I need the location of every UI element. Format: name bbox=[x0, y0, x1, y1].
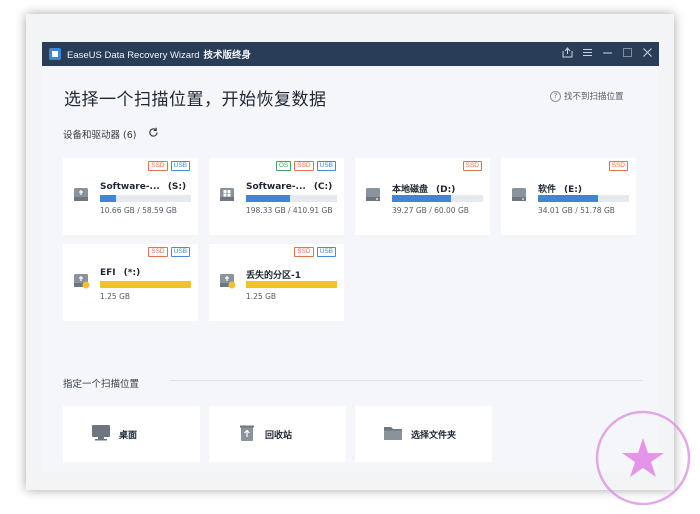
drive-usage-bar bbox=[246, 195, 337, 202]
drive-tag-os: OS bbox=[275, 161, 292, 171]
title-bar: EaseUS Data Recovery Wizard 技术版终身 bbox=[42, 42, 659, 66]
drive-name: EFI (*:) bbox=[100, 268, 140, 278]
drive-tag-usb: USB bbox=[316, 247, 336, 257]
drive-icon bbox=[366, 188, 380, 201]
drive-size: 198.33 GB / 410.91 GB bbox=[246, 206, 333, 215]
drive-card[interactable]: SSD 软件 (E:) 34.01 GB / 51.78 GB bbox=[501, 158, 636, 235]
drive-usage-bar bbox=[392, 195, 483, 202]
devices-section-title: 设备和驱动器 (6) bbox=[63, 130, 137, 141]
refresh-icon[interactable] bbox=[148, 127, 159, 138]
drive-usage-bar bbox=[246, 281, 337, 288]
drive-tags: SSD bbox=[462, 161, 482, 171]
drive-name: 本地磁盘 (D:) bbox=[392, 182, 455, 195]
drive-card[interactable]: SSD USB 丢失的分区-1 1.25 GB bbox=[209, 244, 344, 321]
drive-tags: SSD USB bbox=[148, 247, 190, 257]
drive-card[interactable]: OS SSD USB Software-... (C:) 198.33 GB / 410.… bbox=[209, 158, 344, 235]
drive-letter: (C:) bbox=[313, 182, 333, 192]
drive-size: 10.66 GB / 58.59 GB bbox=[100, 206, 177, 215]
drive-tag-ssd: SSD bbox=[294, 247, 314, 257]
location-desktop[interactable]: 桌面 bbox=[63, 406, 200, 462]
location-desktop-label: 桌面 bbox=[119, 431, 138, 441]
window-title: EaseUS Data Recovery Wizard 技术版终身 bbox=[67, 47, 251, 61]
app-edition: 技术版终身 bbox=[203, 50, 252, 61]
drive-letter: (E:) bbox=[564, 185, 582, 195]
app-logo-icon bbox=[49, 48, 61, 60]
drive-tags: SSD USB bbox=[294, 247, 336, 257]
drive-usage-fill bbox=[246, 281, 337, 288]
location-recycle-bin[interactable]: 回收站 bbox=[209, 406, 346, 462]
drive-tag-usb: USB bbox=[170, 161, 190, 171]
drive-usage-fill bbox=[100, 281, 191, 288]
drive-label: Software-... bbox=[100, 182, 160, 192]
drive-tag-ssd: SSD bbox=[294, 161, 314, 171]
drive-name: 软件 (E:) bbox=[538, 182, 582, 195]
locations-section-title: 指定一个扫描位置 bbox=[63, 379, 140, 390]
drive-tag-usb: USB bbox=[316, 161, 336, 171]
drive-label: EFI bbox=[100, 268, 116, 278]
desktop-icon bbox=[92, 425, 110, 441]
location-recycle-bin-label: 回收站 bbox=[265, 431, 293, 441]
drive-tag-usb: USB bbox=[170, 247, 190, 257]
drive-usage-bar bbox=[538, 195, 629, 202]
drive-icon bbox=[512, 188, 526, 201]
section-divider bbox=[170, 380, 642, 381]
menu-icon[interactable] bbox=[580, 47, 594, 61]
export-icon[interactable] bbox=[560, 47, 574, 61]
drive-icon bbox=[220, 188, 234, 201]
drive-label: Software-... bbox=[246, 182, 306, 192]
recycle-bin-icon bbox=[240, 425, 254, 441]
drive-usage-fill bbox=[100, 195, 117, 202]
app-window: EaseUS Data Recovery Wizard 技术版终身 选择一个扫描位… bbox=[42, 42, 659, 473]
drive-icon bbox=[74, 274, 90, 289]
drive-tag-ssd: SSD bbox=[148, 161, 168, 171]
drive-tags: SSD USB bbox=[148, 161, 190, 171]
page-title: 选择一个扫描位置，开始恢复数据 bbox=[64, 90, 327, 110]
drive-usage-fill bbox=[246, 195, 290, 202]
drive-tag-ssd: SSD bbox=[462, 161, 482, 171]
drive-size: 1.25 GB bbox=[100, 292, 131, 301]
maximize-icon[interactable] bbox=[620, 47, 634, 61]
drive-size: 34.01 GB / 51.78 GB bbox=[538, 206, 615, 215]
drive-tag-ssd: SSD bbox=[608, 161, 628, 171]
watermark-logo bbox=[595, 410, 691, 506]
drive-usage-bar bbox=[100, 281, 191, 288]
drive-card[interactable]: SSD USB EFI (*:) 1.25 GB bbox=[63, 244, 198, 321]
drive-card[interactable]: SSD USB Software-... (S:) 10.66 GB / 58.59 G… bbox=[63, 158, 198, 235]
drive-usage-fill bbox=[392, 195, 452, 202]
drive-letter: (*:) bbox=[123, 268, 141, 278]
drive-label: 软件 bbox=[538, 185, 557, 195]
drive-name: Software-... (C:) bbox=[246, 182, 332, 192]
drive-tag-ssd: SSD bbox=[148, 247, 168, 257]
main-panel: 选择一个扫描位置，开始恢复数据 ? 找不到扫描位置 设备和驱动器 (6) SSD… bbox=[42, 66, 659, 473]
drive-name: Software-... (S:) bbox=[100, 182, 186, 192]
drive-size: 1.25 GB bbox=[246, 292, 277, 301]
minimize-icon[interactable] bbox=[600, 47, 614, 61]
drive-tags: SSD bbox=[608, 161, 628, 171]
drive-usage-fill bbox=[538, 195, 599, 202]
drive-icon bbox=[74, 188, 88, 201]
location-select-folder-label: 选择文件夹 bbox=[411, 431, 457, 441]
drive-letter: (D:) bbox=[436, 185, 456, 195]
drive-label: 本地磁盘 bbox=[392, 185, 429, 195]
drive-card[interactable]: SSD 本地磁盘 (D:) 39.27 GB / 60.00 GB bbox=[355, 158, 490, 235]
drive-icon bbox=[220, 274, 236, 289]
help-icon: ? bbox=[550, 90, 561, 102]
drive-label: 丢失的分区-1 bbox=[246, 271, 301, 281]
drive-size: 39.27 GB / 60.00 GB bbox=[392, 206, 469, 215]
folder-icon bbox=[384, 427, 402, 440]
location-select-folder[interactable]: 选择文件夹 bbox=[355, 406, 492, 462]
help-link-label: 找不到扫描位置 bbox=[564, 92, 624, 102]
app-name: EaseUS Data Recovery Wizard bbox=[67, 50, 200, 61]
drive-letter: (S:) bbox=[167, 182, 187, 192]
drive-name: 丢失的分区-1 bbox=[246, 268, 301, 281]
help-link[interactable]: ? 找不到扫描位置 bbox=[550, 90, 624, 102]
drive-tags: OS SSD USB bbox=[275, 161, 336, 171]
drive-usage-bar bbox=[100, 195, 191, 202]
close-icon[interactable] bbox=[640, 47, 654, 61]
